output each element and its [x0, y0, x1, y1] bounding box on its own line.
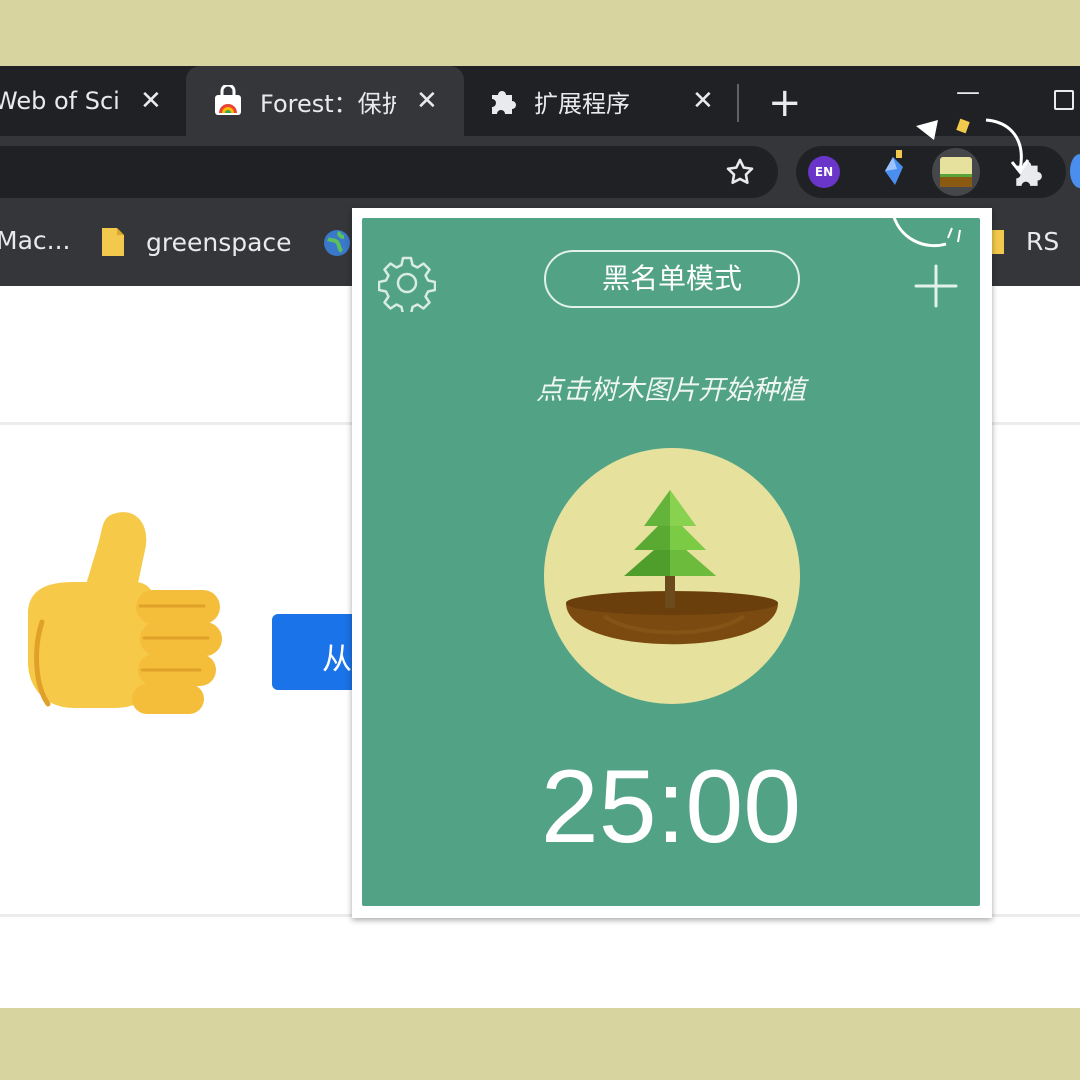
- browser-screenshot: Web of Scie ✕ Forest：保护 ✕ 扩展程序 ✕ + —: [0, 66, 1080, 1008]
- tab-title: Web of Scie: [0, 87, 120, 115]
- plant-hint: 点击树木图片开始种植: [536, 375, 806, 406]
- forest-popup: 黑名单模式 点击树木图片开始种植 25:00: [352, 208, 992, 918]
- tab-extensions[interactable]: 扩展程序 ✕: [464, 66, 734, 136]
- tab-close-icon[interactable]: ✕: [416, 86, 438, 116]
- bookmark-label: greenspace: [146, 227, 292, 257]
- minimize-button[interactable]: —: [956, 78, 980, 106]
- tab-close-icon[interactable]: ✕: [692, 86, 714, 116]
- profile-avatar[interactable]: [1070, 154, 1080, 188]
- new-tab-button[interactable]: +: [768, 80, 802, 126]
- tab-title: Forest：保护: [260, 89, 396, 118]
- tab-forest[interactable]: Forest：保护 ✕: [186, 66, 464, 136]
- tab-title: 扩展程序: [534, 89, 630, 118]
- settings-gear-icon[interactable]: [378, 254, 436, 312]
- bookmark-star-icon[interactable]: [723, 155, 757, 189]
- tab-web-of-science[interactable]: Web of Scie ✕: [0, 66, 184, 136]
- address-bar[interactable]: [0, 146, 778, 198]
- document-icon: [102, 228, 124, 256]
- forest-popup-panel: 黑名单模式 点击树木图片开始种植 25:00: [362, 218, 980, 906]
- puzzle-piece-icon: [492, 91, 516, 114]
- thumbs-up-icon: [28, 512, 222, 714]
- focus-timer: 25:00: [540, 749, 802, 865]
- en-extension-button[interactable]: EN: [808, 156, 840, 188]
- pin-arrow-decoration: [890, 118, 1030, 248]
- bookmark-greenspace[interactable]: greenspace: [100, 226, 292, 258]
- tab-close-icon[interactable]: ✕: [140, 86, 162, 116]
- tab-separator: [737, 84, 739, 122]
- tree-illustration: [566, 490, 778, 645]
- restore-window-icon[interactable]: [1054, 90, 1074, 110]
- add-plus-icon[interactable]: [912, 262, 960, 310]
- tree-plant-button[interactable]: [544, 448, 800, 704]
- bookmark-mac[interactable]: Mac...: [0, 226, 70, 255]
- forest-favicon-icon: [215, 85, 241, 115]
- bookmark-label: Mac...: [0, 226, 71, 255]
- globe-icon[interactable]: [322, 228, 352, 258]
- blacklist-mode-toggle[interactable]: 黑名单模式: [544, 250, 800, 308]
